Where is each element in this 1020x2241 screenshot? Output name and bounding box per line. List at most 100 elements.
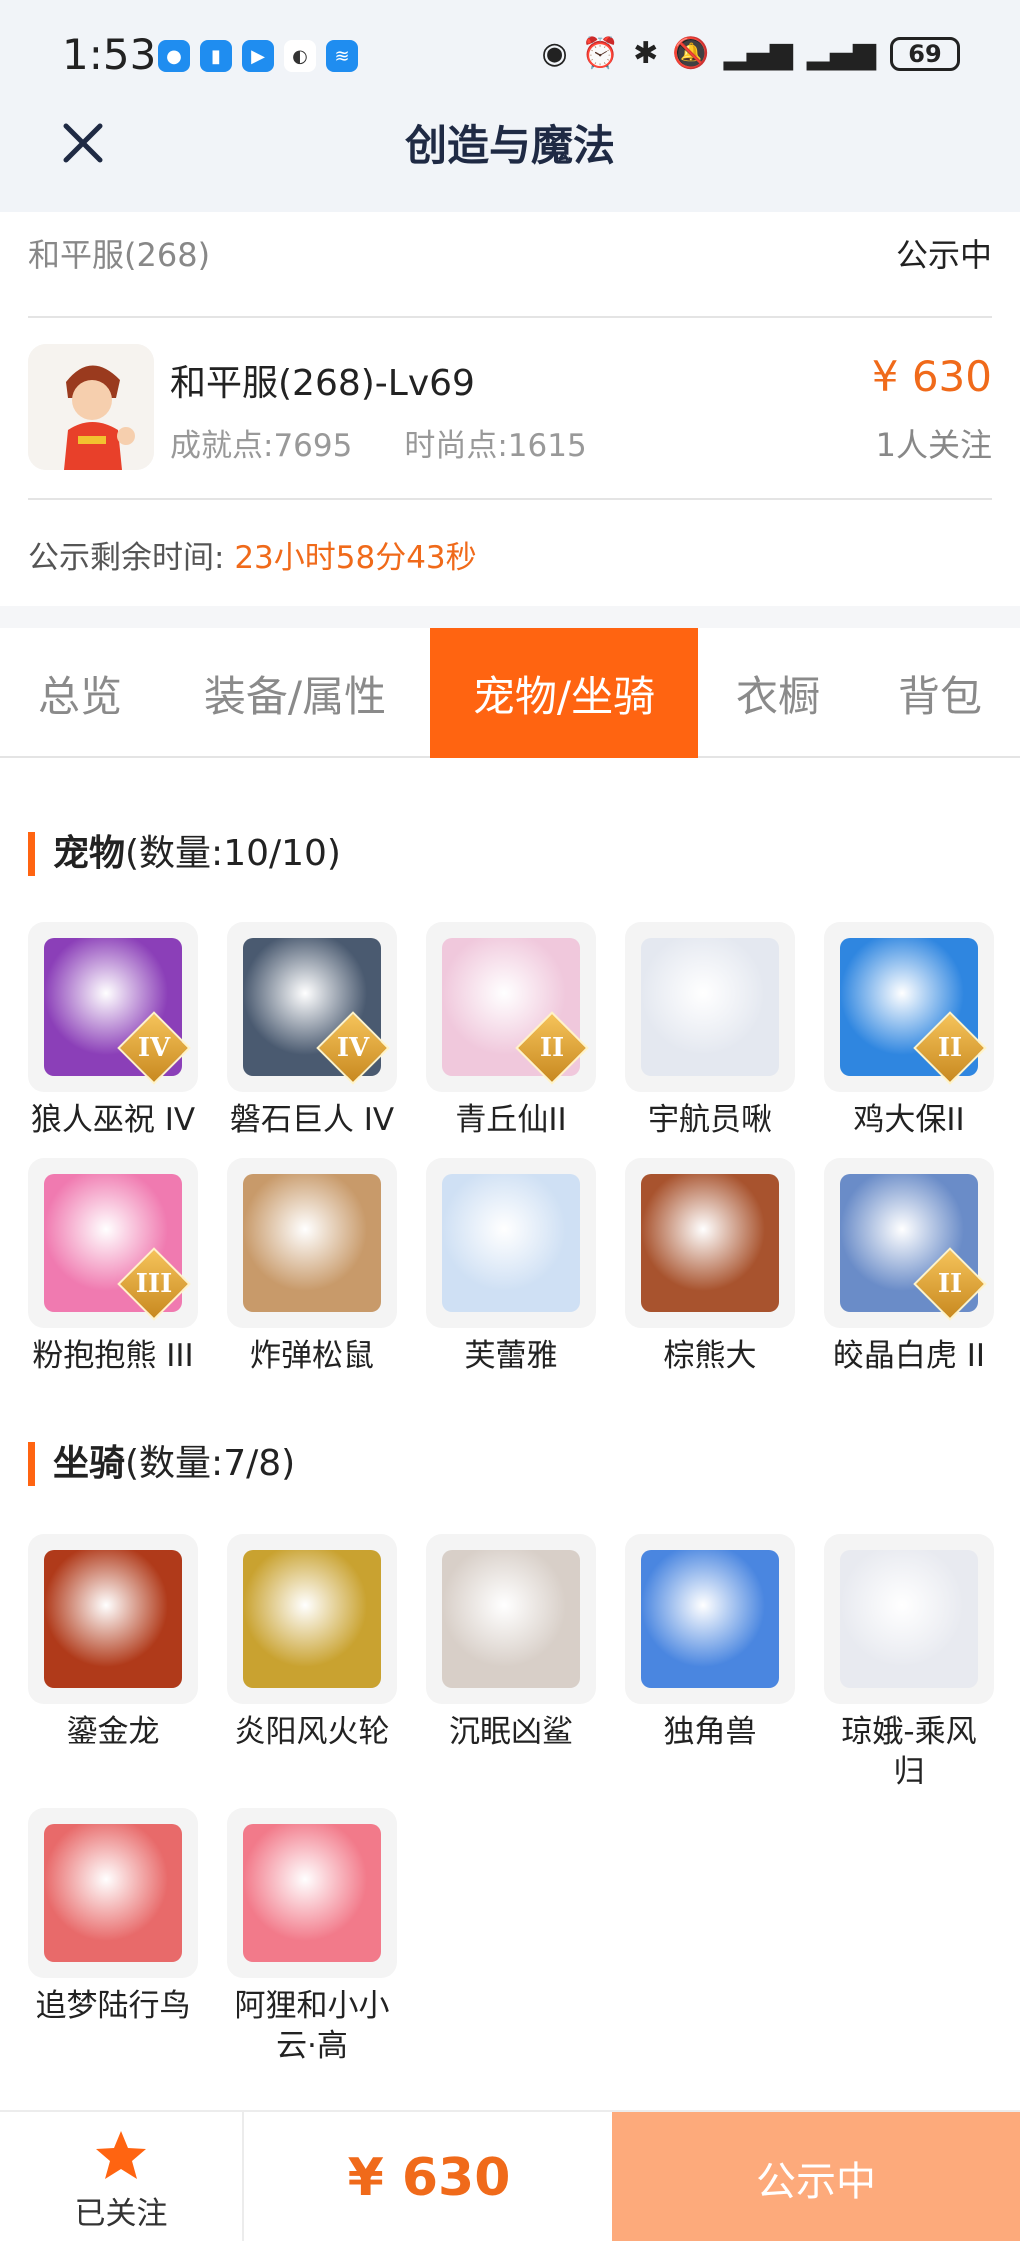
mount-image bbox=[442, 1550, 580, 1688]
notification-icons: ● ▮ ▶ ◐ ≋ bbox=[158, 40, 358, 72]
follower-count: 1人关注 bbox=[875, 426, 992, 464]
mount-item[interactable]: 追梦陆行鸟 bbox=[28, 1808, 198, 2026]
fashion-points: 时尚点:1615 bbox=[404, 428, 587, 464]
mount-thumbnail bbox=[824, 1534, 994, 1704]
pet-name: 棕熊大 bbox=[663, 1338, 757, 1374]
pet-thumbnail: II bbox=[824, 1158, 994, 1328]
pet-thumbnail: IV bbox=[28, 922, 198, 1092]
mount-thumbnail bbox=[28, 1534, 198, 1704]
tab-wardrobe[interactable]: 衣橱 bbox=[718, 628, 838, 758]
star-icon bbox=[96, 2131, 146, 2179]
pet-item[interactable]: 棕熊大 bbox=[625, 1158, 795, 1376]
follow-button[interactable]: 已关注 bbox=[0, 2112, 244, 2241]
eye-icon: ◉ bbox=[541, 36, 568, 71]
role-name: 和平服(268)-Lv69 bbox=[170, 363, 475, 404]
pet-thumbnail bbox=[625, 1158, 795, 1328]
pets-section-title: 宠物(数量:10/10) bbox=[28, 832, 341, 876]
bottom-bar: 已关注 ¥ 630 公示中 bbox=[0, 2110, 1020, 2241]
pet-thumbnail bbox=[625, 922, 795, 1092]
tab-backpack[interactable]: 背包 bbox=[870, 628, 1010, 758]
tab-bar: 总览 装备/属性 宠物/坐骑 衣橱 背包 bbox=[0, 628, 1020, 758]
server-row: 和平服(268) 公示中 bbox=[28, 222, 992, 318]
mount-name: 琼娥-乘风归 bbox=[841, 1714, 977, 1790]
pet-name: 狼人巫祝 IV bbox=[30, 1102, 196, 1138]
mounts-count: (数量:7/8) bbox=[125, 1443, 296, 1484]
character-avatar-image bbox=[28, 344, 154, 470]
mount-image bbox=[243, 1550, 381, 1688]
pet-thumbnail bbox=[426, 1158, 596, 1328]
countdown-label: 公示剩余时间: bbox=[28, 540, 225, 576]
countdown-value: 23小时58分43秒 bbox=[234, 540, 477, 576]
bilibili-icon: ▶ bbox=[242, 40, 274, 72]
pet-item[interactable]: IV 磐石巨人 IV bbox=[227, 922, 397, 1140]
mount-item[interactable]: 阿狸和小小云·高 bbox=[227, 1808, 397, 2066]
tab-pets-mounts[interactable]: 宠物/坐骑 bbox=[430, 628, 698, 758]
pet-thumbnail: IV bbox=[227, 922, 397, 1092]
status-time: 1:53 bbox=[62, 30, 157, 79]
mount-item[interactable]: 独角兽 bbox=[625, 1534, 795, 1752]
mount-image bbox=[641, 1550, 779, 1688]
mount-thumbnail bbox=[426, 1534, 596, 1704]
pet-name: 芙蕾雅 bbox=[464, 1338, 558, 1374]
pet-name: 鸡大保II bbox=[853, 1102, 965, 1138]
pet-item[interactable]: II 鸡大保II bbox=[824, 922, 994, 1140]
mounts-title: 坐骑 bbox=[53, 1443, 126, 1484]
mount-item[interactable]: 炎阳风火轮 bbox=[227, 1534, 397, 1752]
tab-equipment[interactable]: 装备/属性 bbox=[180, 628, 410, 758]
mount-name: 独角兽 bbox=[663, 1714, 757, 1750]
mount-image bbox=[44, 1824, 182, 1962]
top-bar: 1:53 ● ▮ ▶ ◐ ≋ ◉ ⏰ ✱ 🔕 ▂▄▆ ▂▄▆ 69 创造与魔法 bbox=[0, 0, 1020, 212]
divider bbox=[0, 606, 1020, 628]
mount-image bbox=[44, 1550, 182, 1688]
pet-image bbox=[243, 1174, 381, 1312]
pet-item[interactable]: 炸弹松鼠 bbox=[227, 1158, 397, 1376]
mount-thumbnail bbox=[625, 1534, 795, 1704]
follow-label: 已关注 bbox=[74, 2196, 168, 2232]
pet-name: 粉抱抱熊 III bbox=[32, 1338, 194, 1374]
public-status-button[interactable]: 公示中 bbox=[612, 2112, 1020, 2241]
mount-image bbox=[243, 1824, 381, 1962]
bottom-price: ¥ 630 bbox=[347, 2147, 511, 2208]
mount-item[interactable]: 鎏金龙 bbox=[28, 1534, 198, 1752]
tab-overview[interactable]: 总览 bbox=[0, 628, 160, 758]
pet-item[interactable]: II 青丘仙II bbox=[426, 922, 596, 1140]
role-stats: 成就点:7695 时尚点:1615 bbox=[170, 420, 639, 465]
page-title: 创造与魔法 bbox=[404, 121, 615, 170]
pet-item[interactable]: 宇航员啾 bbox=[625, 922, 795, 1140]
mounts-section-title: 坐骑(数量:7/8) bbox=[28, 1442, 295, 1486]
message-icon: ● bbox=[158, 40, 190, 72]
pet-item[interactable]: IV 狼人巫祝 IV bbox=[28, 922, 198, 1140]
status-bar: 1:53 ● ▮ ▶ ◐ ≋ ◉ ⏰ ✱ 🔕 ▂▄▆ ▂▄▆ 69 bbox=[0, 0, 1020, 118]
pet-item[interactable]: 芙蕾雅 bbox=[426, 1158, 596, 1376]
role-price: ¥ 630 bbox=[871, 352, 992, 401]
mount-name: 追梦陆行鸟 bbox=[35, 1988, 191, 2024]
pet-image bbox=[442, 1174, 580, 1312]
avatar bbox=[28, 344, 154, 470]
pet-item[interactable]: II 皎晶白虎 II bbox=[824, 1158, 994, 1376]
system-icons: ◉ ⏰ ✱ 🔕 ▂▄▆ ▂▄▆ 69 bbox=[542, 36, 960, 71]
signal-icon: ▂▄▆ bbox=[806, 36, 876, 71]
mount-name: 炎阳风火轮 bbox=[234, 1714, 390, 1750]
battery-icon: 69 bbox=[890, 36, 960, 71]
server-name: 和平服(268) bbox=[28, 236, 211, 274]
signal-icon: ▂▄▆ bbox=[723, 36, 793, 71]
mute-icon: 🔕 bbox=[672, 36, 710, 71]
role-card[interactable]: 和平服(268)-Lv69 成就点:7695 时尚点:1615 ¥ 630 1人关… bbox=[28, 320, 992, 500]
pet-thumbnail bbox=[227, 1158, 397, 1328]
pet-name: 磐石巨人 IV bbox=[229, 1102, 395, 1138]
listing-status: 公示中 bbox=[895, 236, 992, 274]
mount-item[interactable]: 沉眠凶鲨 bbox=[426, 1534, 596, 1752]
wifi-app-icon: ≋ bbox=[326, 40, 358, 72]
mount-thumbnail bbox=[227, 1534, 397, 1704]
achievement-points: 成就点:7695 bbox=[170, 428, 353, 464]
mount-name: 阿狸和小小云·高 bbox=[234, 1988, 390, 2064]
pet-thumbnail: II bbox=[824, 922, 994, 1092]
pet-item[interactable]: III 粉抱抱熊 III bbox=[28, 1158, 198, 1376]
alarm-icon: ⏰ bbox=[581, 36, 620, 71]
mount-item[interactable]: 琼娥-乘风归 bbox=[824, 1534, 994, 1792]
app-icon: ◐ bbox=[284, 40, 316, 72]
mount-thumbnail bbox=[28, 1808, 198, 1978]
pet-name: 炸弹松鼠 bbox=[250, 1338, 374, 1374]
mount-name: 鎏金龙 bbox=[66, 1714, 160, 1750]
pet-image bbox=[641, 1174, 779, 1312]
